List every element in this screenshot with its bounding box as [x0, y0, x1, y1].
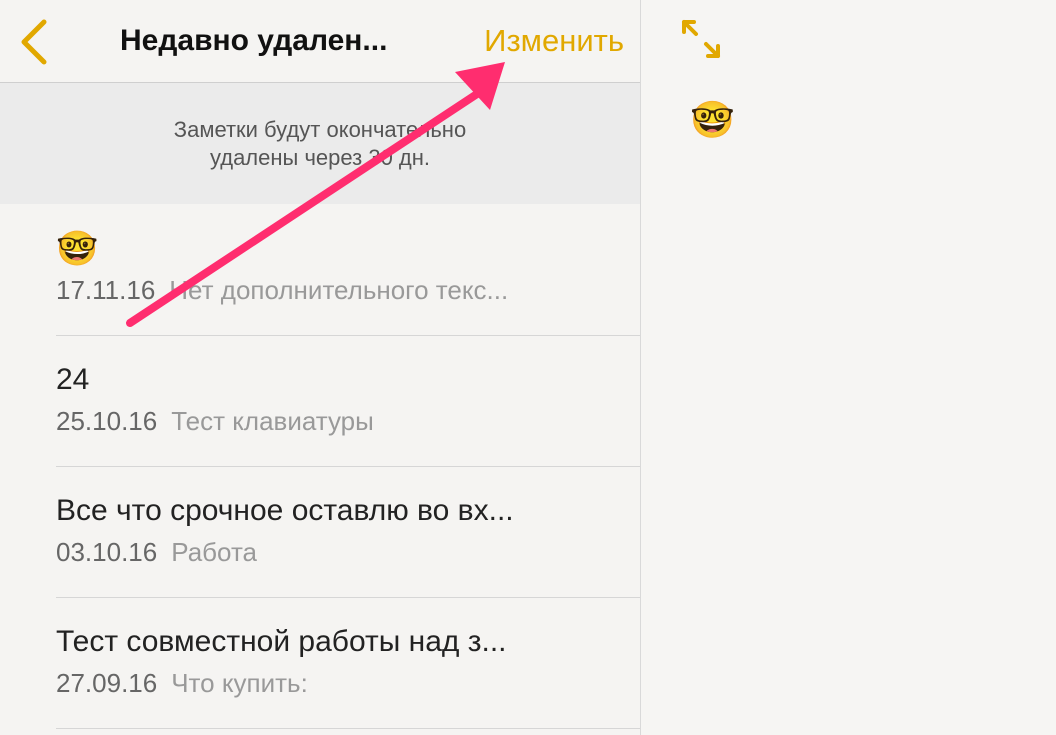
expand-button[interactable] [674, 12, 728, 66]
note-meta: 25.10.16 Тест клавиатуры [56, 404, 596, 438]
notes-list: 🤓 17.11.16 Нет дополнительного текс... 24… [0, 205, 640, 729]
chevron-left-icon [21, 19, 47, 65]
edit-button[interactable]: Изменить [484, 20, 624, 62]
note-date: 25.10.16 [56, 406, 158, 436]
note-meta: 27.09.16 Что купить: [56, 666, 596, 700]
notes-sidebar: Недавно удален... Изменить Заметки будут… [0, 0, 641, 735]
expand-arrows-icon [682, 20, 720, 58]
note-date: 27.09.16 [56, 668, 158, 698]
note-preview: Что купить: [171, 668, 308, 698]
navigation-bar: Недавно удален... Изменить [0, 0, 640, 83]
note-date: 03.10.16 [56, 537, 158, 567]
note-preview: Тест клавиатуры [171, 406, 374, 436]
notice-line-1: Заметки будут окончательно [173, 116, 467, 142]
note-row[interactable]: 24 25.10.16 Тест клавиатуры [56, 336, 640, 467]
note-title: 24 [56, 363, 90, 396]
note-row[interactable]: 🤓 17.11.16 Нет дополнительного текс... [56, 205, 640, 336]
note-meta: 17.11.16 Нет дополнительного текс... [56, 273, 596, 307]
notice-line-2: удалены через 30 дн. [209, 144, 431, 170]
note-date: 17.11.16 [56, 275, 156, 305]
deletion-notice: Заметки будут окончательно удалены через… [0, 83, 640, 204]
back-button[interactable] [14, 14, 60, 70]
note-title: Тест совместной работы над з... [56, 625, 507, 658]
note-preview: Нет дополнительного текс... [169, 275, 509, 305]
note-preview: Работа [171, 537, 258, 567]
page-title: Недавно удален... [120, 24, 388, 57]
note-title: Все что срочное оставлю во вх... [56, 494, 514, 527]
note-row[interactable]: Все что срочное оставлю во вх... 03.10.1… [56, 467, 640, 598]
note-content: 🤓 [690, 99, 735, 140]
note-meta: 03.10.16 Работа [56, 535, 596, 569]
note-row[interactable]: Тест совместной работы над з... 27.09.16… [56, 598, 640, 729]
note-title: 🤓 [56, 230, 99, 268]
